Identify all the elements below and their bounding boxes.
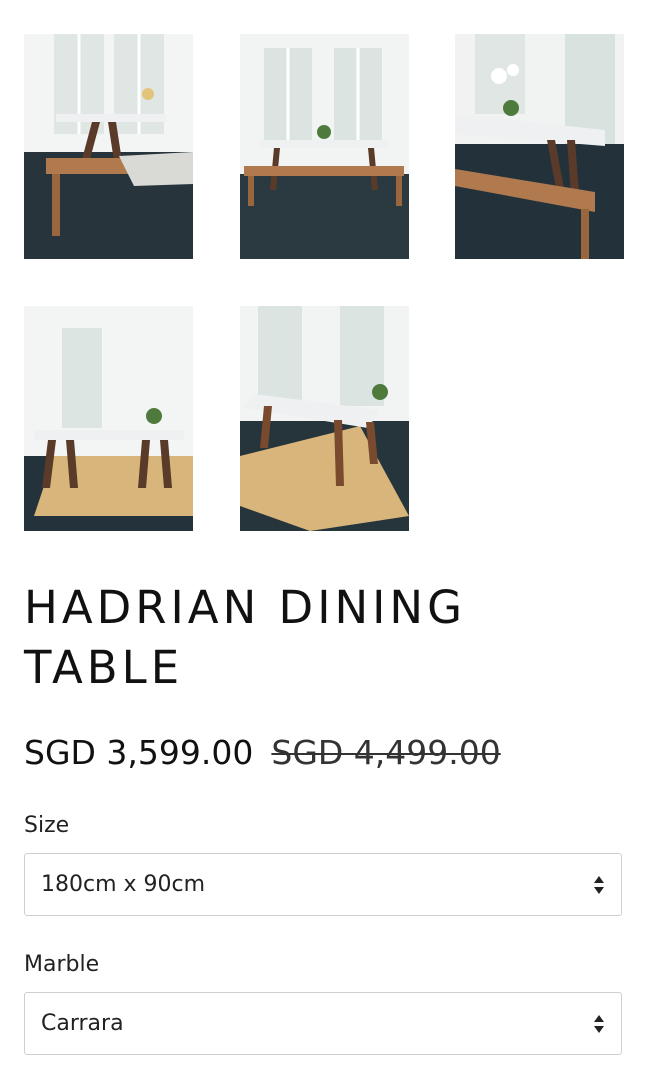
- marble-selected-value: Carrara: [41, 1011, 124, 1036]
- marble-label: Marble: [24, 952, 100, 977]
- select-arrows-icon: [594, 1014, 604, 1033]
- gallery-thumbnail-4[interactable]: [24, 306, 193, 531]
- table-bench-photo: [24, 34, 193, 259]
- gallery-thumbnail-1[interactable]: [24, 34, 193, 259]
- gallery-thumbnail-5[interactable]: [240, 306, 409, 531]
- table-orchid-photo: [455, 34, 624, 259]
- sale-price: SGD 3,599.00: [24, 732, 254, 772]
- size-label: Size: [24, 813, 70, 838]
- select-arrows-icon: [594, 875, 604, 894]
- marble-select[interactable]: Carrara: [24, 992, 622, 1055]
- size-select[interactable]: 180cm x 90cm: [24, 853, 622, 916]
- size-selected-value: 180cm x 90cm: [41, 872, 206, 897]
- compare-at-price: SGD 4,499.00: [271, 732, 501, 772]
- table-rug-angle-photo: [240, 306, 409, 531]
- table-rug-photo: [24, 306, 193, 531]
- table-set-photo: [240, 34, 409, 259]
- product-title: HADRIAN DINING TABLE: [24, 581, 466, 694]
- gallery-thumbnail-2[interactable]: [240, 34, 409, 259]
- price-row: SGD 3,599.00 SGD 4,499.00: [24, 728, 501, 776]
- gallery-thumbnail-3[interactable]: [455, 34, 624, 259]
